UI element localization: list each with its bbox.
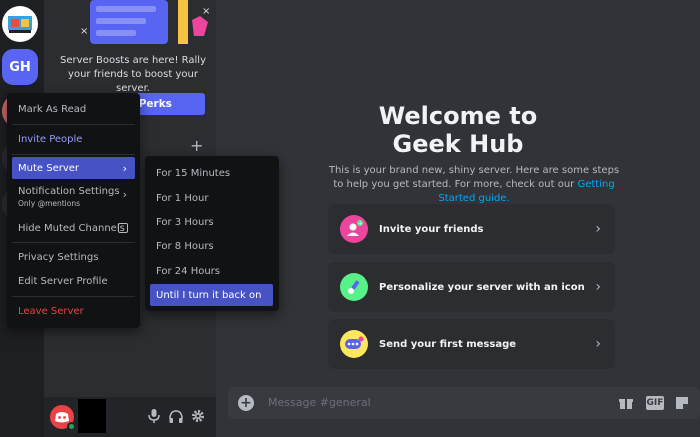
submenu-item-24-hours[interactable]: For 24 Hours: [150, 260, 273, 282]
mute-duration-submenu: For 15 Minutes For 1 Hour For 3 Hours Fo…: [145, 156, 279, 311]
checkbox-icon[interactable]: [118, 223, 128, 233]
card-label: Personalize your server with an icon: [379, 281, 585, 293]
personalize-server-card[interactable]: Personalize your server with an icon ›: [328, 262, 615, 312]
chevron-right-icon: ›: [595, 336, 601, 352]
svg-text:×: ×: [80, 26, 88, 37]
gif-button-icon[interactable]: GIF: [646, 396, 664, 410]
menu-item-label: Edit Server Profile: [18, 275, 108, 287]
submenu-item-until-turned-back-on[interactable]: Until I turn it back on: [150, 284, 273, 306]
main-content: Welcome to Geek Hub This is your brand n…: [216, 0, 700, 437]
microphone-icon[interactable]: [146, 408, 162, 424]
menu-item-label: Hide Muted Channels: [18, 222, 125, 234]
chevron-right-icon: ›: [122, 188, 127, 201]
menu-item-label: Notification Settings: [18, 186, 120, 197]
server-icon-geek-hub[interactable]: GH: [2, 49, 38, 85]
menu-item-label: Invite People: [18, 133, 83, 145]
avatar[interactable]: [50, 405, 76, 431]
menu-item-leave-server[interactable]: Leave Server: [12, 300, 135, 322]
server-boost-illustration: × ×: [80, 0, 210, 44]
menu-divider: [12, 154, 135, 155]
menu-item-edit-server-profile[interactable]: Edit Server Profile: [12, 270, 135, 292]
invite-friends-icon: +: [340, 215, 368, 243]
menu-divider: [12, 124, 135, 125]
menu-item-label: Mute Server: [18, 162, 80, 174]
welcome-title-line2: Geek Hub: [392, 130, 524, 158]
online-status-icon: [67, 422, 76, 431]
menu-item-notification-settings[interactable]: Notification Settings Only @mentions ›: [12, 181, 135, 211]
headphones-icon[interactable]: [168, 408, 184, 424]
paintbrush-icon: [340, 273, 368, 301]
username-redacted: [78, 399, 106, 433]
card-label: Invite your friends: [379, 223, 484, 235]
menu-divider: [12, 296, 135, 297]
add-channel-icon[interactable]: +: [190, 136, 203, 155]
server-icon-logo[interactable]: [2, 6, 38, 42]
gift-icon[interactable]: [618, 395, 634, 411]
menu-item-label: Leave Server: [18, 305, 84, 317]
submenu-item-3-hours[interactable]: For 3 Hours: [150, 211, 273, 233]
submenu-item-1-hour[interactable]: For 1 Hour: [150, 187, 273, 209]
welcome-description: This is your brand new, shiny server. He…: [324, 164, 624, 206]
submenu-item-8-hours[interactable]: For 8 Hours: [150, 235, 273, 257]
chevron-right-icon: ›: [122, 161, 127, 175]
menu-item-label: Privacy Settings: [18, 251, 99, 263]
user-panel: [44, 397, 216, 437]
svg-text:×: ×: [202, 6, 210, 17]
menu-item-privacy-settings[interactable]: Privacy Settings: [12, 246, 135, 268]
settings-gear-icon[interactable]: [190, 408, 206, 424]
menu-divider: [12, 242, 135, 243]
message-composer[interactable]: + Message #general GIF: [228, 387, 700, 419]
welcome-description-text: This is your brand new, shiny server. He…: [328, 165, 620, 190]
welcome-title: Welcome to Geek Hub: [216, 102, 700, 158]
menu-item-hide-muted-channels[interactable]: Hide Muted Channels: [12, 217, 135, 239]
sticker-icon[interactable]: [674, 395, 690, 411]
invite-friends-card[interactable]: + Invite your friends ›: [328, 204, 615, 254]
card-label: Send your first message: [379, 338, 517, 350]
chat-bubble-icon: [340, 330, 368, 358]
menu-item-invite-people[interactable]: Invite People: [12, 128, 135, 150]
attach-plus-icon[interactable]: +: [238, 395, 254, 411]
chevron-right-icon: ›: [595, 279, 601, 295]
server-boost-text: Server Boosts are here! Rally your frien…: [60, 55, 206, 94]
submenu-item-15-minutes[interactable]: For 15 Minutes: [150, 162, 273, 184]
menu-item-label: Mark As Read: [18, 103, 87, 115]
menu-item-mark-as-read[interactable]: Mark As Read: [12, 98, 135, 120]
discord-app: GH × × Server Boosts are here! Rally you…: [0, 0, 700, 437]
server-logo-icon: [8, 16, 32, 33]
send-first-message-card[interactable]: Send your first message ›: [328, 319, 615, 369]
chevron-right-icon: ›: [595, 221, 601, 237]
message-input[interactable]: Message #general: [268, 396, 371, 409]
welcome-title-line1: Welcome to: [378, 102, 538, 130]
menu-item-sublabel: Only @mentions: [18, 199, 81, 208]
server-context-menu: Mark As Read Invite People Mute Server › …: [7, 93, 140, 328]
svg-text:+: +: [358, 221, 362, 227]
menu-item-mute-server[interactable]: Mute Server ›: [12, 157, 135, 179]
